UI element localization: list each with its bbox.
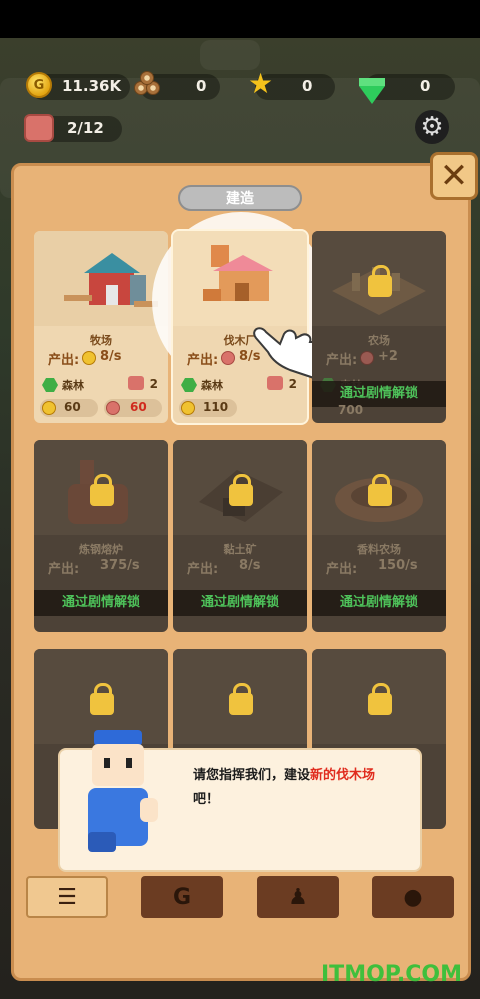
workers-amount: 2/12	[67, 119, 104, 137]
wood-amount: 0	[196, 77, 207, 95]
gold-cost: 60	[64, 400, 81, 414]
output-value: 375/s	[100, 558, 140, 573]
lock-icon	[368, 683, 392, 715]
terrain-label: 森林	[62, 379, 84, 392]
lock-icon	[368, 474, 392, 506]
resource-cost: 60	[130, 400, 147, 414]
gold-coin-icon: G	[172, 884, 192, 910]
dialog-text-part: 吧！	[193, 792, 220, 807]
output-label: 产出:	[48, 353, 80, 368]
building-card-steel-furnace[interactable]: 炼钢熔炉 产出: 375/s 通过剧情解锁	[34, 440, 168, 632]
tab-bag[interactable]: ♟	[257, 876, 339, 918]
watermark-logo: ITMOP.COM	[321, 962, 462, 987]
panel-title: 建造	[178, 185, 302, 211]
output-label: 产出:	[48, 562, 80, 577]
output-value: 8/s	[100, 349, 122, 364]
ranch-barn-icon	[64, 253, 158, 307]
unlock-banner: 通过剧情解锁	[312, 381, 446, 407]
output-value: 8/s	[239, 558, 261, 573]
settings-gear-icon[interactable]: ⚙	[415, 110, 449, 144]
building-card-spice-farm[interactable]: 香料农场 产出: 150/s 通过剧情解锁	[312, 440, 446, 632]
tab-buildings-list[interactable]: ☰	[26, 876, 108, 918]
list-icon: ☰	[57, 884, 77, 910]
wood-logs-icon	[134, 71, 164, 97]
output-wood-icon	[221, 351, 235, 365]
close-icon: ✕	[439, 156, 469, 196]
lock-icon	[229, 474, 253, 506]
output-coin-icon	[82, 351, 96, 365]
card-name: 炼钢熔炉	[79, 543, 123, 556]
npc-worker-avatar	[88, 730, 158, 852]
card-name: 农场	[368, 334, 390, 347]
output-label: 产出:	[187, 562, 219, 577]
cost-resource-icon	[106, 401, 120, 415]
output-value: 150/s	[378, 558, 418, 573]
cost-coin-icon	[42, 401, 56, 415]
ranch-artwork	[34, 231, 168, 326]
lock-icon	[90, 474, 114, 506]
gem-icon	[359, 78, 385, 104]
card-name: 牧场	[90, 334, 112, 347]
unlock-banner: 通过剧情解锁	[312, 590, 446, 616]
output-label: 产出:	[187, 353, 219, 368]
building-card-ranch[interactable]: 牧场 产出: 8/s 森林 2 60 60	[34, 231, 168, 423]
output-value: +2	[378, 349, 398, 364]
tab-person[interactable]: ●	[372, 876, 454, 918]
sawmill-artwork	[173, 231, 307, 326]
bag-icon: ♟	[288, 884, 308, 910]
close-button[interactable]: ✕	[430, 152, 478, 200]
lock-icon	[229, 683, 253, 715]
star-icon: ★	[248, 67, 274, 100]
terrain-label: 森林	[201, 379, 223, 392]
wood-requirement-icon	[128, 376, 144, 390]
unlock-banner: 通过剧情解锁	[173, 590, 307, 616]
dialog-highlight: 新的伐木场	[310, 768, 376, 783]
building-card-farm[interactable]: 农场 产出: +2 森林 通过剧情解锁 700	[312, 231, 446, 423]
star-amount: 0	[302, 77, 313, 95]
requirement-count: 2	[149, 377, 158, 391]
gold-cost: 700	[338, 403, 364, 417]
tab-gold[interactable]: G	[141, 876, 223, 918]
person-icon: ●	[403, 884, 423, 910]
output-label: 产出:	[326, 353, 358, 368]
workers-icon	[24, 114, 54, 142]
background-building	[200, 40, 260, 70]
status-bar	[0, 0, 480, 38]
output-resource-icon	[360, 351, 374, 365]
gold-coin-icon: G	[26, 72, 52, 98]
card-name: 黏土矿	[223, 543, 257, 556]
dialog-text-part: 请您指挥我们，建设	[193, 768, 311, 783]
card-name: 香料农场	[357, 543, 401, 556]
building-card-clay-mine[interactable]: 黏土矿 产出: 8/s 通过剧情解锁	[173, 440, 307, 632]
gem-amount: 0	[420, 77, 431, 95]
unlock-banner: 通过剧情解锁	[34, 590, 168, 616]
gold-cost: 110	[203, 400, 229, 414]
output-label: 产出:	[326, 562, 358, 577]
lock-icon	[90, 683, 114, 715]
sawmill-house-icon	[203, 245, 273, 301]
forest-hex-icon	[181, 378, 197, 392]
forest-hex-icon	[42, 378, 58, 392]
cost-coin-icon	[181, 401, 195, 415]
gold-amount: 11.36K	[62, 77, 122, 95]
dialog-text: 请您指挥我们，建设新的伐木场吧！	[193, 764, 418, 812]
lock-icon	[368, 265, 392, 297]
